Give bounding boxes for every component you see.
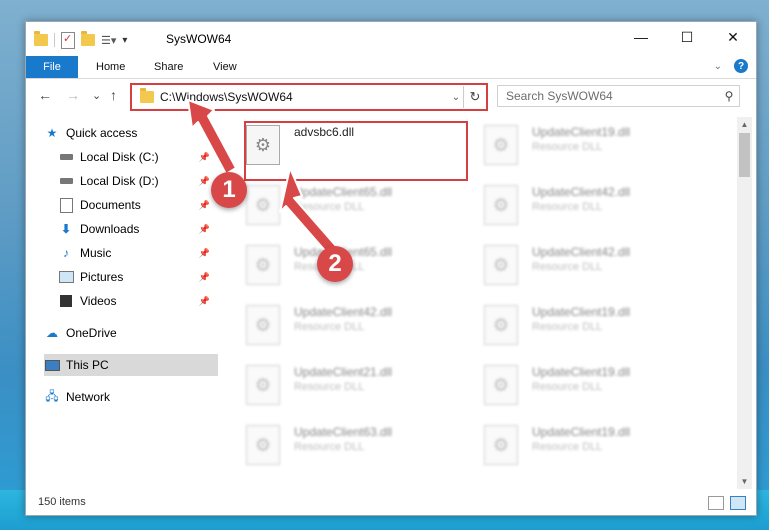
callout-badge-one: 1 bbox=[211, 172, 247, 208]
arrow-one bbox=[187, 99, 237, 175]
arrow-two bbox=[279, 167, 337, 255]
callout-badge-two: 2 bbox=[317, 246, 353, 282]
callout-arrows bbox=[187, 99, 337, 255]
